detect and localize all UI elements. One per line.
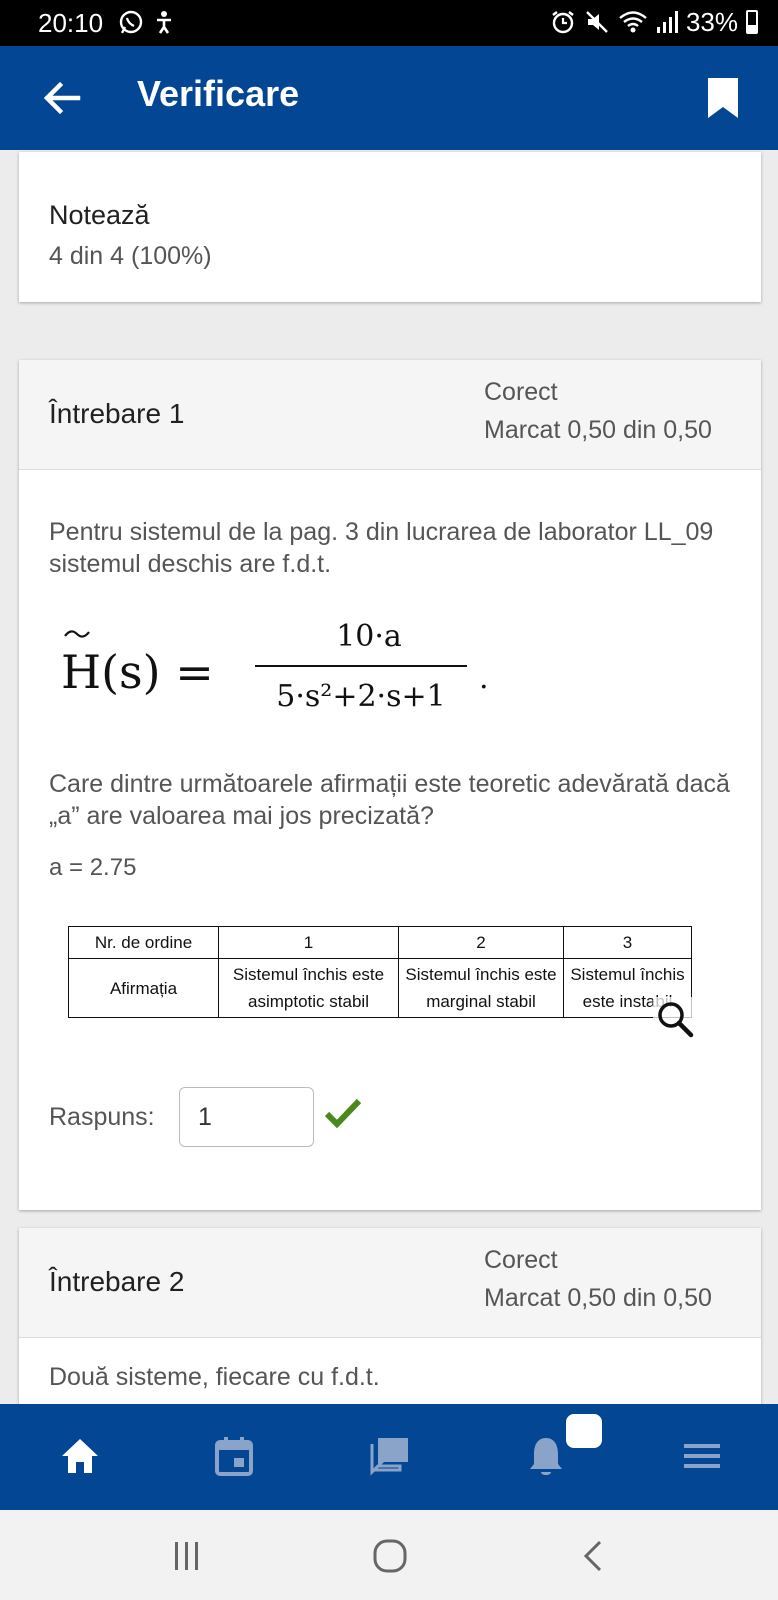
table-cell: 2 <box>398 926 564 959</box>
formula-numerator: 10·a <box>336 619 402 654</box>
transfer-function-formula: H(s) = 10·a 5·s²+2·s+1 . <box>59 608 519 718</box>
messages-icon[interactable] <box>368 1434 412 1478</box>
table-cell: Sistemul închis este asimptotic stabil <box>218 958 399 1018</box>
status-bar: 20:10 33% <box>0 0 778 46</box>
grade-label: Notează <box>49 200 150 230</box>
question-card-2: Întrebare 2 Corect Marcat 0,50 din 0,50 … <box>19 1228 761 1408</box>
recents-icon[interactable] <box>167 1536 207 1576</box>
accessibility-icon <box>157 11 171 34</box>
table-row: Nr. de ordine 1 2 3 <box>68 926 692 959</box>
table-cell: 3 <box>563 926 692 959</box>
formula-trailing: . <box>479 661 489 696</box>
menu-icon[interactable] <box>680 1434 724 1478</box>
notification-badge <box>566 1414 602 1448</box>
battery-percent: 33% <box>685 7 738 37</box>
formula-denominator: 5·s²+2·s+1 <box>276 679 445 714</box>
table-cell: Sistemul închis este marginal stabil <box>398 958 564 1018</box>
arrow-back-icon[interactable] <box>38 74 86 122</box>
question-text: Pentru sistemul de la pag. 3 din lucrare… <box>49 518 714 578</box>
status-left-icons <box>118 9 176 35</box>
formula-lhs: H(s) = <box>61 645 214 699</box>
home-icon[interactable] <box>58 1434 102 1478</box>
whatsapp-icon <box>119 10 143 34</box>
mute-icon <box>586 11 608 33</box>
question-mark: Marcat 0,50 din 0,50 <box>484 416 712 444</box>
question-title: Întrebare 1 <box>49 398 185 429</box>
grade-card: Notează 4 din 4 (100%) <box>19 152 761 302</box>
table-cell: Afirmația <box>68 958 219 1018</box>
statements-table: Nr. de ordine 1 2 3 Afirmația Sistemul î… <box>68 926 692 1018</box>
question-status: Corect <box>484 1246 558 1274</box>
question-header: Întrebare 1 Corect Marcat 0,50 din 0,50 <box>19 360 761 470</box>
grade-value: 4 din 4 (100%) <box>49 242 212 270</box>
table-cell: Nr. de ordine <box>68 926 219 959</box>
page-title: Verificare <box>137 73 300 114</box>
question-card-1: Întrebare 1 Corect Marcat 0,50 din 0,50 … <box>19 360 761 1210</box>
response-label: Raspuns: <box>49 1103 155 1131</box>
alarm-icon <box>552 11 574 34</box>
tilde-mark <box>64 630 90 638</box>
bookmark-icon[interactable] <box>706 76 740 120</box>
battery-icon <box>746 10 758 34</box>
question-text: Două sisteme, fiecare cu f.d.t. <box>49 1363 380 1391</box>
status-time: 20:10 <box>38 8 104 38</box>
status-right-icons: 33% <box>550 8 758 36</box>
question-text-2: Care dintre următoarele afirmații este t… <box>49 770 730 830</box>
table-row: Afirmația Sistemul închis este asimptoti… <box>68 958 692 1018</box>
a-value: a = 2.75 <box>49 854 137 881</box>
response-input[interactable]: 1 <box>179 1087 314 1147</box>
question-title: Întrebare 2 <box>49 1266 185 1297</box>
question-mark: Marcat 0,50 din 0,50 <box>484 1284 712 1312</box>
app-bar: Verificare <box>0 46 778 150</box>
formula-svg: H(s) = 10·a 5·s²+2·s+1 . <box>61 619 489 714</box>
notifications-icon[interactable] <box>524 1434 568 1478</box>
system-navigation <box>0 1510 778 1600</box>
calendar-icon[interactable] <box>212 1434 256 1478</box>
signal-icon <box>656 11 678 33</box>
back-chevron-icon[interactable] <box>574 1536 614 1576</box>
wifi-icon <box>619 11 647 33</box>
zoom-icon[interactable] <box>653 997 697 1041</box>
question-status: Corect <box>484 378 558 406</box>
bottom-navigation <box>0 1404 778 1510</box>
table-cell: 1 <box>218 926 399 959</box>
home-circle-icon[interactable] <box>370 1536 410 1576</box>
checkmark-icon <box>324 1098 362 1129</box>
question-header: Întrebare 2 Corect Marcat 0,50 din 0,50 <box>19 1228 761 1338</box>
